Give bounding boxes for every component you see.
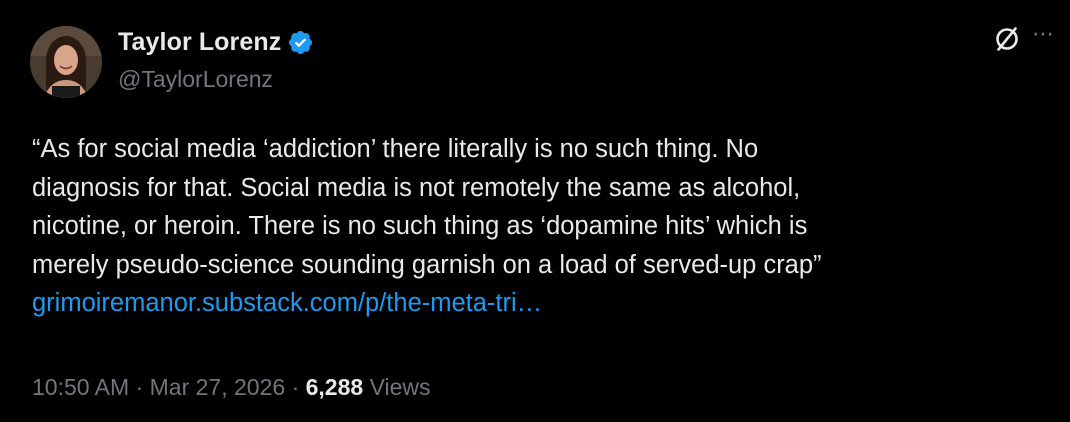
tweet-time[interactable]: 10:50 AM: [32, 374, 129, 400]
meta-separator: ·: [135, 374, 144, 400]
avatar[interactable]: [30, 26, 102, 98]
grok-icon[interactable]: [992, 24, 1022, 54]
meta-separator: ·: [291, 374, 300, 400]
tweet-text: “As for social media ‘addiction’ there l…: [32, 130, 1042, 323]
avatar-image: [30, 26, 102, 98]
author-display-name[interactable]: Taylor Lorenz: [118, 28, 281, 57]
more-options-icon[interactable]: ⋯: [1032, 23, 1056, 45]
views-label: Views: [369, 374, 431, 400]
author-handle[interactable]: @TaylorLorenz: [118, 66, 273, 93]
tweet-card: Taylor Lorenz @TaylorLorenz ⋯ “As for so…: [0, 0, 1070, 422]
views-count: 6,288: [305, 374, 364, 400]
author-name-row: Taylor Lorenz: [118, 28, 314, 57]
verified-badge-icon: [289, 30, 313, 55]
tweet-top-actions: ⋯: [992, 23, 1056, 54]
tweet-meta: 10:50 AM · Mar 27, 2026 · 6,288 Views: [32, 374, 431, 401]
tweet-date[interactable]: Mar 27, 2026: [150, 374, 286, 400]
tweet-text-line: diagnosis for that. Social media is not …: [32, 173, 801, 202]
tweet-text-line: nicotine, or heroin. There is no such th…: [32, 212, 808, 240]
tweet-text-line: “As for social media ‘addiction’ there l…: [32, 135, 759, 163]
tweet-text-line: merely pseudo-science sounding garnish o…: [32, 250, 822, 279]
tweet-link[interactable]: grimoiremanor.substack.com/p/the-meta-tr…: [32, 289, 542, 317]
